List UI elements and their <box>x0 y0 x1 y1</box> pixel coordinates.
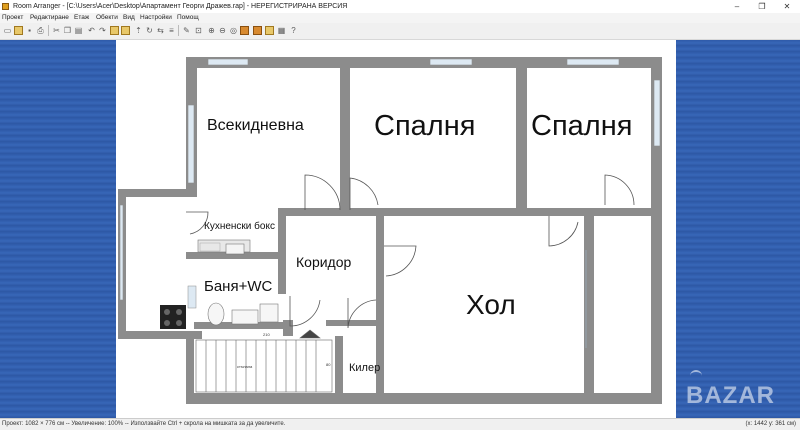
layers-icon[interactable] <box>265 26 274 35</box>
close-button[interactable]: ✕ <box>775 0 799 13</box>
status-bar: Проект: 1082 × 776 см -- Увеличение: 100… <box>0 418 800 430</box>
cursor-coordinates: (x: 1442 y: 361 см) <box>745 421 796 427</box>
minimize-button[interactable]: – <box>725 0 749 13</box>
status-text: Проект: 1082 × 776 см -- Увеличение: 100… <box>2 421 286 427</box>
menu-objects[interactable]: Обекти <box>96 13 118 23</box>
save-icon[interactable]: ▪ <box>25 26 34 35</box>
left-side-panel <box>0 40 116 418</box>
align-icon[interactable]: ≡ <box>167 26 176 35</box>
menu-help[interactable]: Помощ <box>177 13 199 23</box>
right-side-panel <box>676 40 800 418</box>
mirror-icon[interactable]: ⇆ <box>156 26 165 35</box>
select-icon[interactable]: ⇡ <box>134 26 143 35</box>
room-label-living[interactable]: Всекидневна <box>207 117 304 134</box>
menu-edit[interactable]: Редактиране <box>30 13 69 23</box>
new-icon[interactable]: ▭ <box>3 26 12 35</box>
copy-icon[interactable]: ❐ <box>63 26 72 35</box>
app-icon <box>2 3 9 10</box>
watermark-logo: BAZAR <box>686 382 775 409</box>
zoom-fit-icon[interactable]: ⊡ <box>194 26 203 35</box>
menu-settings[interactable]: Настройки <box>140 13 172 23</box>
toolbar: ▭ ▪ ⎙ ✂ ❐ ▤ ↶ ↷ ⇡ ↻ ⇆ ≡ ✎ ⊡ ⊕ ⊖ ◎ ▦ ? <box>0 23 800 40</box>
watermark-arc <box>690 370 702 382</box>
maximize-button[interactable]: ❐ <box>750 0 774 13</box>
room-label-corridor[interactable]: Коридор <box>296 254 352 270</box>
title-bar: Room Arranger - [C:\Users\Acer\Desktop\А… <box>0 0 800 13</box>
window-title: Room Arranger - [C:\Users\Acer\Desktop\А… <box>13 3 348 10</box>
room-label-hall[interactable]: Хол <box>466 289 516 320</box>
floor-icon[interactable]: ▦ <box>277 26 286 35</box>
stairs-label: стъпала <box>237 364 253 369</box>
undo-icon[interactable]: ↶ <box>87 26 96 35</box>
add-object-icon[interactable] <box>110 26 119 35</box>
menu-floor[interactable]: Етаж <box>74 13 89 23</box>
stairs <box>195 329 333 393</box>
toolbar-separator <box>178 25 179 36</box>
toolbar-separator <box>48 25 49 36</box>
rotate-icon[interactable]: ↻ <box>145 26 154 35</box>
pencil-icon[interactable]: ✎ <box>182 26 191 35</box>
room-label-bedroom2[interactable]: Спалня <box>531 110 632 142</box>
paste-icon[interactable]: ▤ <box>74 26 83 35</box>
menu-project[interactable]: Проект <box>2 13 23 23</box>
floorplan-svg: 210 стъпала 80 Всекидневна Спалня Спалня… <box>118 57 662 404</box>
room-label-kitchen[interactable]: Кухненски бокс <box>204 220 275 232</box>
windows <box>119 58 661 301</box>
cut-icon[interactable]: ✂ <box>52 26 61 35</box>
edit-icon[interactable] <box>121 26 130 35</box>
room-label-pantry[interactable]: Килер <box>349 362 380 374</box>
menu-view[interactable]: Вид <box>123 13 135 23</box>
room-icon[interactable] <box>253 26 262 35</box>
room-label-bath[interactable]: Баня+WC <box>204 278 273 295</box>
help-icon[interactable]: ? <box>289 26 298 35</box>
redo-icon[interactable]: ↷ <box>98 26 107 35</box>
zoom-out-icon[interactable]: ⊖ <box>218 26 227 35</box>
room-label-bedroom1[interactable]: Спалня <box>374 110 475 142</box>
menu-bar: Проект Редактиране Етаж Обекти Вид Настр… <box>0 13 800 23</box>
dimension-label: 210 <box>263 332 270 337</box>
floorplan-canvas[interactable]: 210 стъпала 80 Всекидневна Спалня Спалня… <box>116 40 676 418</box>
view-3d-icon[interactable] <box>240 26 249 35</box>
dimension-label-2: 80 <box>326 362 331 367</box>
open-icon[interactable] <box>14 26 23 35</box>
print-icon[interactable]: ⎙ <box>36 26 45 35</box>
zoom-in-icon[interactable]: ⊕ <box>207 26 216 35</box>
zoom-custom-icon[interactable]: ◎ <box>229 26 238 35</box>
